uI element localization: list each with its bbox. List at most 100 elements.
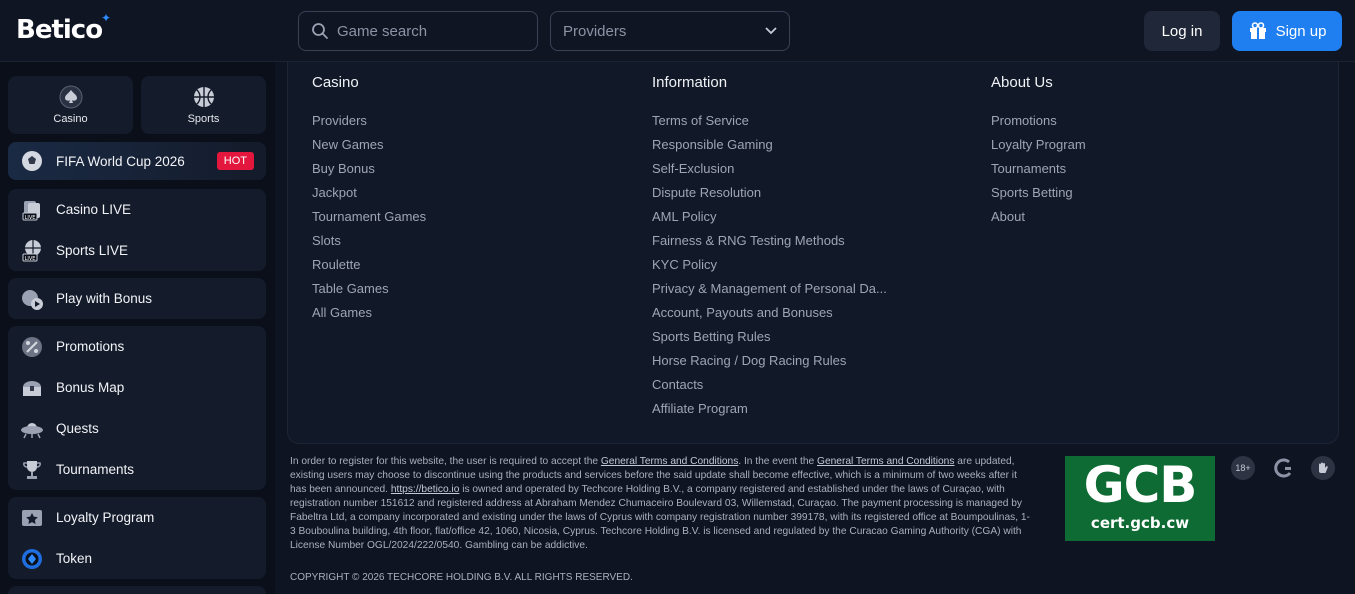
gtc-link[interactable]: General Terms and Conditions [817,456,954,467]
search-icon [312,23,328,39]
sidebar-item-sports-live[interactable]: LIVE Sports LIVE [8,230,266,271]
ufo-icon [20,417,44,441]
site-url-link[interactable]: https://betico.io [391,484,460,495]
spade-icon [59,85,82,109]
token-icon [20,547,44,571]
about-column: About Us Promotions Loyalty Program Tour… [991,74,1086,233]
footer-link[interactable]: Slots [312,233,426,257]
footer-link[interactable]: Privacy & Management of Personal Da... [652,281,887,305]
footer-link[interactable]: Contacts [652,377,887,401]
svg-text:LIVE: LIVE [25,256,36,262]
loyalty-group: Loyalty Program Token [8,497,266,579]
treasure-chest-icon [20,376,44,400]
sidebar: Casino Sports FIFA World Cup 2026 HOT LI… [0,62,275,594]
sports-tab[interactable]: Sports [141,76,266,134]
copyright: COPYRIGHT © 2026 TECHCORE HOLDING B.V. A… [290,572,633,583]
footer-link[interactable]: Horse Racing / Dog Racing Rules [652,353,887,377]
footer-link[interactable]: All Games [312,305,426,329]
sidebar-item-play-with-bonus[interactable]: Play with Bonus [8,278,266,319]
live-ball-icon: LIVE [20,239,44,263]
gcb-logo-text: GCB [1083,456,1198,514]
footer-link[interactable]: Tournaments [991,161,1086,185]
promo-group: Promotions Bonus Map Quests Tournaments [8,326,266,490]
footer-link[interactable]: Sports Betting [991,185,1086,209]
footer-link[interactable]: Self-Exclusion [652,161,887,185]
casino-live-label: Casino LIVE [56,202,132,217]
search-box[interactable] [298,11,538,51]
soccer-ball-icon [20,149,44,173]
casino-tab-label: Casino [53,113,88,125]
gcb-url: cert.gcb.cw [1090,514,1190,532]
footer-link[interactable]: Loyalty Program [991,137,1086,161]
promotions-label: Promotions [56,339,125,354]
sports-live-label: Sports LIVE [56,243,129,258]
sidebar-item-token[interactable]: Token [8,538,266,579]
providers-select[interactable]: Providers [550,11,790,51]
svg-text:LIVE: LIVE [25,215,36,221]
footer-link[interactable]: About [991,209,1086,233]
sparkle-icon: ✦ [101,11,111,25]
gcb-license-badge[interactable]: GCB cert.gcb.cw [1065,456,1215,541]
basketball-icon [193,87,214,107]
providers-label: Providers [563,22,627,40]
footer-link[interactable]: Buy Bonus [312,161,426,185]
gamcare-icon [1272,456,1296,480]
footer-link[interactable]: Promotions [991,113,1086,137]
sidebar-item-quests[interactable]: Quests [8,408,266,449]
gtc-link[interactable]: General Terms and Conditions [601,456,738,467]
fifa-label: FIFA World Cup 2026 [56,153,185,169]
information-column: Information Terms of Service Responsible… [652,74,887,425]
sidebar-item-promotions[interactable]: Promotions [8,326,266,367]
login-button[interactable]: Log in [1144,11,1220,51]
logo[interactable]: Betico ✦ [16,11,111,45]
search-input[interactable] [337,22,527,40]
sidebar-item-bonus-map[interactable]: Bonus Map [8,367,266,408]
trophy-icon [20,458,44,482]
stop-hand-icon [1311,456,1335,480]
footer-link[interactable]: Terms of Service [652,113,887,137]
sports-tab-label: Sports [187,113,220,125]
gift-icon [1249,22,1266,39]
sidebar-item-loyalty-program[interactable]: Loyalty Program [8,497,266,538]
live-cards-icon: LIVE [20,198,44,222]
footer-link[interactable]: Affiliate Program [652,401,887,425]
loyalty-card-icon [20,506,44,530]
footer-link[interactable]: AML Policy [652,209,887,233]
hot-badge: HOT [216,152,254,170]
footer-links-panel: Casino Providers New Games Buy Bonus Jac… [287,62,1339,444]
casino-column-title: Casino [312,74,359,91]
sidebar-item-tournaments[interactable]: Tournaments [8,449,266,490]
footer-link[interactable]: Providers [312,113,426,137]
age-18-badge: 18+ [1231,456,1255,480]
header: Betico✦ Providers Log in Sign up [0,0,1355,62]
sidebar-item-casino-live[interactable]: LIVE Casino LIVE [8,189,266,230]
signup-label: Sign up [1275,22,1327,40]
footer-link[interactable]: Roulette [312,257,426,281]
play-with-bonus-label: Play with Bonus [56,291,153,306]
bonus-map-label: Bonus Map [56,380,125,395]
legal-text: In order to register for this website, t… [290,456,1030,551]
casino-column: Casino Providers New Games Buy Bonus Jac… [312,74,426,329]
sidebar-item-fifa[interactable]: FIFA World Cup 2026 HOT [8,142,266,180]
footer-link[interactable]: Account, Payouts and Bonuses [652,305,887,329]
quests-label: Quests [56,421,99,436]
percent-icon [20,335,44,359]
footer-link[interactable]: Responsible Gaming [652,137,887,161]
information-column-title: Information [652,74,728,91]
footer-link[interactable]: Jackpot [312,185,426,209]
sidebar-more-group [8,586,266,594]
footer-link[interactable]: Tournament Games [312,209,426,233]
token-label: Token [56,551,93,566]
bonus-group: Play with Bonus [8,278,266,319]
footer-link[interactable]: Dispute Resolution [652,185,887,209]
signup-button[interactable]: Sign up [1232,11,1342,51]
footer-link[interactable]: KYC Policy [652,257,887,281]
casino-tab[interactable]: Casino [8,76,133,134]
footer-link[interactable]: Fairness & RNG Testing Methods [652,233,887,257]
about-column-title: About Us [991,74,1053,91]
tournaments-label: Tournaments [56,462,135,477]
footer-link[interactable]: Sports Betting Rules [652,329,887,353]
footer-link[interactable]: New Games [312,137,426,161]
footer-link[interactable]: Table Games [312,281,426,305]
live-group: LIVE Casino LIVE LIVE Sports LIVE [8,189,266,271]
